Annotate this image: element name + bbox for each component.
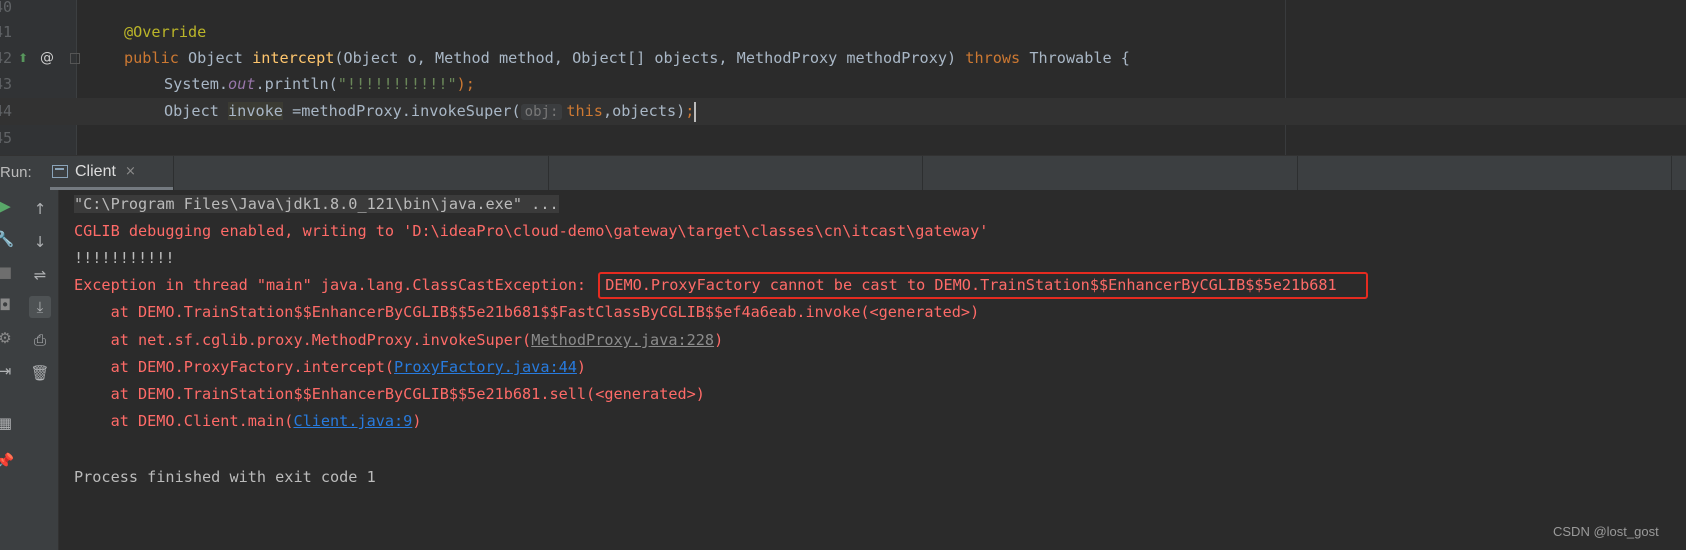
pin-icon[interactable]: 📌 <box>0 450 16 472</box>
code-text: =methodProxy.invokeSuper( <box>292 102 521 120</box>
console-line-exception: Exception in thread "main" java.lang.Cla… <box>74 272 1368 299</box>
semicolon: ); <box>456 75 475 93</box>
code-text: ,objects) <box>602 102 686 120</box>
login-icon[interactable]: ⇥ <box>0 360 16 382</box>
parameter-hint: obj: <box>520 104 563 120</box>
code-line[interactable]: 43 System.out.println("!!!!!!!!!!!"); <box>0 71 1686 98</box>
up-arrow-icon[interactable]: ↑ <box>29 198 51 220</box>
method-params: (Object o, Method method, Object[] objec… <box>334 49 957 67</box>
method-name: intercept <box>252 49 335 67</box>
console-output[interactable]: "C:\Program Files\Java\jdk1.8.0_121\bin\… <box>59 190 1686 550</box>
close-icon[interactable]: × <box>125 156 136 188</box>
line-number: 41 <box>0 23 13 41</box>
override-gutter-icon[interactable]: ⬆ <box>18 45 28 72</box>
console-line-output: !!!!!!!!!!! <box>74 249 175 267</box>
semicolon: ; <box>685 102 695 120</box>
stack-trace-line: at DEMO.Client.main(Client.java:9) <box>74 412 422 430</box>
header-divider <box>922 156 923 190</box>
source-link[interactable]: ProxyFactory.java:44 <box>394 358 577 376</box>
console-icon <box>52 165 68 178</box>
throws-type: Throwable { <box>1029 49 1130 67</box>
code-line[interactable]: 40 <box>0 0 1686 21</box>
camera-icon[interactable]: ◘ <box>0 294 16 316</box>
layout-icon[interactable]: ▦ <box>0 412 16 434</box>
return-type: Object <box>188 49 243 67</box>
header-divider <box>173 156 174 190</box>
line-number: 42 <box>0 49 13 67</box>
string-literal: "!!!!!!!!!!!" <box>337 75 457 93</box>
highlighted-variable: invoke <box>228 102 283 120</box>
keyword: public <box>124 49 179 67</box>
keyword: this <box>566 102 603 120</box>
watermark: CSDN @lost_gost <box>1553 524 1659 539</box>
code-text: .println( <box>255 75 338 93</box>
header-divider <box>1297 156 1298 190</box>
exception-message-highlight: DEMO.ProxyFactory cannot be cast to DEMO… <box>598 272 1368 299</box>
stack-trace-line: at DEMO.TrainStation$$EnhancerByCGLIB$$5… <box>74 303 980 321</box>
source-link[interactable]: Client.java:9 <box>293 412 412 430</box>
source-link[interactable]: MethodProxy.java:228 <box>531 331 714 349</box>
code-line[interactable]: 41 @Override <box>0 19 1686 46</box>
trash-icon[interactable]: 🗑 <box>29 362 51 384</box>
soft-wrap-icon[interactable]: ⇌ <box>29 264 51 286</box>
code-editor[interactable]: 40 41 @Override 42 ⬆ @ public Object int… <box>0 0 1686 155</box>
stop-icon[interactable]: ■ <box>0 261 16 283</box>
line-number: 44 <box>0 102 13 120</box>
run-icon[interactable]: ▶ <box>0 195 16 217</box>
fold-icon[interactable] <box>70 53 80 64</box>
code-text: System. <box>164 75 229 93</box>
scroll-to-end-icon[interactable]: ⤓ <box>29 296 51 318</box>
header-divider <box>1671 156 1672 190</box>
wrench-icon[interactable]: 🔧 <box>0 228 16 250</box>
run-tool-window-header: Run: Client × <box>0 155 1686 190</box>
stack-trace-line: at DEMO.TrainStation$$EnhancerByCGLIB$$5… <box>74 385 705 403</box>
static-field: out <box>228 75 256 93</box>
down-arrow-icon[interactable]: ↓ <box>29 231 51 253</box>
settings-icon[interactable]: ⚙ <box>0 327 16 349</box>
stack-trace-line: at net.sf.cglib.proxy.MethodProxy.invoke… <box>74 331 724 349</box>
override-annotation: @Override <box>124 23 207 41</box>
keyword: throws <box>965 49 1021 67</box>
tab-client[interactable]: Client × <box>50 156 173 190</box>
console-line-cglib: CGLIB debugging enabled, writing to 'D:\… <box>74 222 989 240</box>
text-caret <box>694 101 697 122</box>
console-command-line: "C:\Program Files\Java\jdk1.8.0_121\bin\… <box>74 195 559 213</box>
tab-label: Client <box>75 163 116 180</box>
exception-prefix: Exception in thread "main" java.lang.Cla… <box>74 276 596 294</box>
line-number: 40 <box>0 0 13 16</box>
code-line[interactable]: 45 <box>0 125 1686 152</box>
run-toolbar-secondary: ↑ ↓ ⇌ ⤓ ⎙ 🗑 <box>22 190 59 550</box>
annotation-gutter-icon[interactable]: @ <box>40 45 54 72</box>
run-toolbar-primary: ▶ 🔧 ■ ◘ ⚙ ⇥ ▦ 📌 <box>0 190 22 550</box>
code-text: Object <box>164 102 219 120</box>
console-line-exit-code: Process finished with exit code 1 <box>74 468 376 486</box>
code-line[interactable]: 42 ⬆ @ public Object intercept(Object o,… <box>0 45 1686 72</box>
header-divider <box>548 156 549 190</box>
line-number: 43 <box>0 75 13 93</box>
code-line-current[interactable]: 44 Object invoke =methodProxy.invokeSupe… <box>0 98 1686 125</box>
stack-trace-line: at DEMO.ProxyFactory.intercept(ProxyFact… <box>74 358 587 376</box>
print-icon[interactable]: ⎙ <box>29 329 51 351</box>
line-number: 45 <box>0 129 13 147</box>
run-label: Run: <box>0 164 32 181</box>
